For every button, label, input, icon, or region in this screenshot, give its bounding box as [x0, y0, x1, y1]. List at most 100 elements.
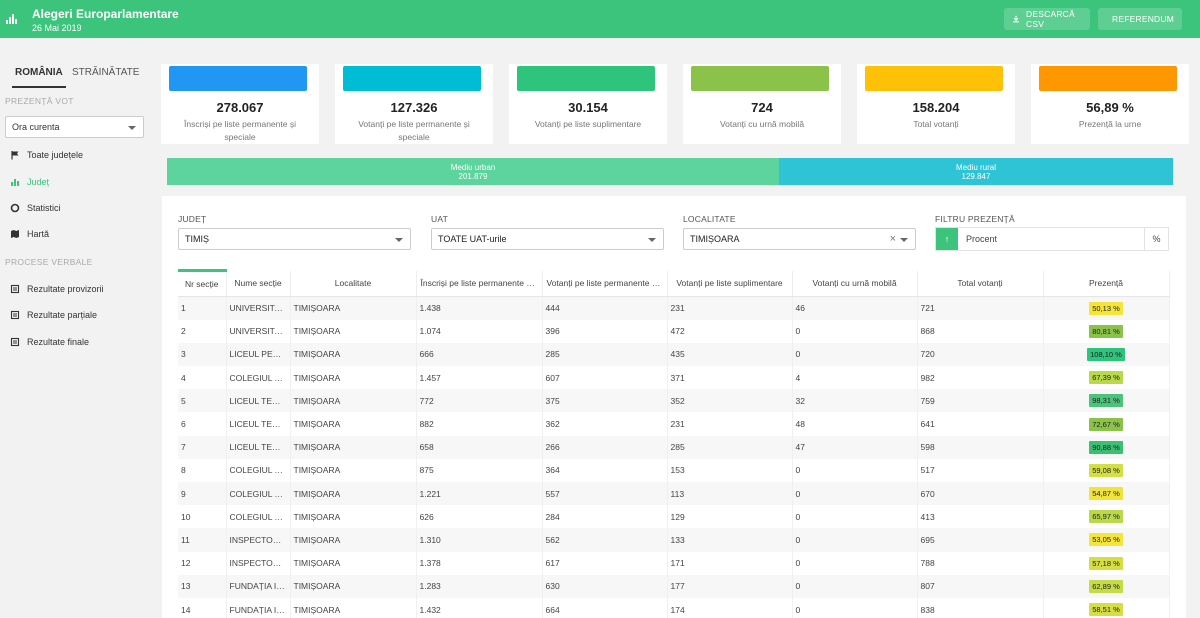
table-row[interactable]: 4COLEGIUL TEHNICTIMIȘOARA1.4576073714982… [178, 366, 1170, 390]
clear-icon[interactable]: × [890, 229, 896, 249]
nav-harta[interactable]: Hartă [10, 228, 49, 240]
document-icon [10, 284, 20, 294]
table-row[interactable]: 5LICEUL TEORETICTIMIȘOARA77237535232759 9… [178, 389, 1170, 413]
cell-prezenta: 57,18 % [1043, 551, 1170, 575]
download-csv-button[interactable]: DESCARCĂ CSV [1004, 8, 1090, 30]
table-row[interactable]: 14 FUNDAȚIA IOAN TIMIȘOARA 1.432 664 174 0 838 5… [178, 597, 1170, 618]
table-row[interactable]: 9COLEGIUL TEHNICTIMIȘOARA1.2215571130670… [178, 482, 1170, 506]
table-row[interactable]: 6LICEUL TEORETICTIMIȘOARA88236223148641 7… [178, 412, 1170, 436]
chart-logo-icon [6, 12, 18, 24]
cell-prezenta: 62,89 % [1043, 574, 1170, 598]
procese-section-label: PROCESE VERBALE [5, 257, 93, 267]
nav-toate-judetele[interactable]: Toate județele [10, 149, 83, 161]
cell-prezenta: 72,67 % [1043, 412, 1170, 436]
referendum-button[interactable]: REFERENDUM [1098, 8, 1182, 30]
nav-rezultate-partiale[interactable]: Rezultate parțiale [10, 309, 97, 321]
cell-localitate: TIMIȘOARA [290, 551, 417, 575]
card-label: Total votanți [913, 119, 959, 129]
cell-inscrisi: 658 [416, 435, 543, 459]
tab-strainatate[interactable]: STRĂINĂTATE [72, 66, 139, 88]
cell-nume: INSPECTORATUL [226, 551, 291, 575]
card-value: 56,89 % [1086, 100, 1134, 115]
table-row[interactable]: 10COLEGIUL TEHNICTIMIȘOARA6262841290413 6… [178, 505, 1170, 529]
stat-card-votanti-suplimentare: 30.154 Votanți pe liste suplimentare [509, 64, 667, 144]
cell-inscrisi: 1.438 [416, 296, 543, 320]
cell-inscrisi: 1.378 [416, 551, 543, 575]
nav-judet[interactable]: Județ [10, 176, 49, 188]
card-color-bar [1039, 66, 1177, 91]
table-row[interactable]: 3LICEUL PEDAGOGICTIMIȘOARA6662854350720 1… [178, 342, 1170, 367]
download-csv-label: DESCARCĂ CSV [1026, 9, 1075, 29]
arrow-up-icon[interactable]: ↑ [936, 228, 958, 250]
cell-permanente: 444 [542, 296, 668, 320]
col-votanti-suplimentare[interactable]: Votanți pe liste suplimentare [667, 270, 793, 297]
prezenta-badge: 98,31 % [1089, 394, 1123, 408]
cell-total: 868 [917, 319, 1044, 343]
cell-nume: COLEGIUL TEHNIC [226, 505, 291, 529]
cell-suplimentare: 371 [667, 366, 793, 390]
card-value: 30.154 [568, 100, 608, 115]
col-total-votanti[interactable]: Total votanți [917, 270, 1044, 297]
cell-nume: FUNDAȚIA IOAN [226, 597, 291, 618]
cell-suplimentare: 285 [667, 435, 793, 459]
cell-permanente: 617 [542, 551, 668, 575]
col-inscrisi[interactable]: Înscriși pe liste permanente și speciale [416, 270, 543, 297]
table-row[interactable]: 12INSPECTORATULTIMIȘOARA1.3786171710788 5… [178, 551, 1170, 575]
cell-inscrisi: 1.283 [416, 574, 543, 598]
judet-select-value: TIMIȘ [185, 234, 209, 244]
cell-suplimentare: 435 [667, 342, 793, 367]
cell-prezenta: 53,05 % [1043, 528, 1170, 552]
table-row[interactable]: 7LICEUL TEORETICTIMIȘOARA65826628547598 9… [178, 435, 1170, 459]
col-nr-sectie[interactable]: Nr secție [178, 269, 227, 297]
cell-nr: 1 [178, 296, 227, 320]
prezenta-badge: 57,18 % [1089, 556, 1123, 570]
cell-localitate: TIMIȘOARA [290, 389, 417, 413]
col-localitate[interactable]: Localitate [290, 270, 417, 297]
col-prezenta[interactable]: Prezență [1043, 270, 1170, 297]
localitate-select[interactable]: TIMIȘOARA × [683, 228, 916, 250]
cell-localitate: TIMIȘOARA [290, 597, 417, 618]
cell-permanente: 375 [542, 389, 668, 413]
col-votanti-permanente[interactable]: Votanți pe liste permanente și speciale [542, 270, 668, 297]
cell-total: 720 [917, 342, 1044, 367]
cell-inscrisi: 666 [416, 342, 543, 367]
cell-suplimentare: 171 [667, 551, 793, 575]
cell-permanente: 396 [542, 319, 668, 343]
cell-nr: 3 [178, 342, 227, 367]
cell-nr: 7 [178, 435, 227, 459]
localitate-select-value: TIMIȘOARA [690, 234, 740, 244]
uat-select[interactable]: TOATE UAT-urile [431, 228, 664, 250]
table-row[interactable]: 2UNIVERSITATEA DE VESTTIMIȘOARA1.0743964… [178, 319, 1170, 343]
judet-filter-label: JUDEȚ [178, 214, 207, 224]
col-urna-mobila[interactable]: Votanți cu urnă mobilă [792, 270, 918, 297]
prezenta-badge: 59,08 % [1089, 463, 1123, 477]
card-color-bar [865, 66, 1003, 91]
cell-prezenta: 90,88 % [1043, 435, 1170, 459]
download-icon [1013, 15, 1019, 23]
referendum-label: REFERENDUM [1112, 14, 1174, 24]
country-tabs: ROMÂNIA STRĂINĂTATE [0, 66, 150, 88]
prezenta-badge: 65,97 % [1089, 510, 1123, 524]
nav-statistici[interactable]: Statistici [10, 202, 61, 214]
cell-nume: LICEUL TEORETIC [226, 435, 291, 459]
cell-suplimentare: 177 [667, 574, 793, 598]
card-color-bar [343, 66, 481, 91]
cell-nume: FUNDAȚIA IOAN [226, 574, 291, 598]
cell-urna-mobila: 0 [792, 505, 918, 529]
cell-total: 759 [917, 389, 1044, 413]
tab-romania[interactable]: ROMÂNIA [12, 66, 66, 88]
judet-select[interactable]: TIMIȘ [178, 228, 411, 250]
prezenta-section-label: PREZENȚĂ VOT [5, 96, 74, 106]
nav-rezultate-finale[interactable]: Rezultate finale [10, 336, 89, 348]
cell-suplimentare: 153 [667, 458, 793, 482]
prezenta-filter-input[interactable]: Procent [966, 228, 997, 250]
table-row[interactable]: 8COLEGIUL TEHNICTIMIȘOARA8753641530517 59… [178, 458, 1170, 482]
col-nume-sectie[interactable]: Nume secție [226, 270, 291, 297]
time-select[interactable]: Ora curenta [5, 116, 144, 138]
cell-total: 695 [917, 528, 1044, 552]
table-row[interactable]: 13 FUNDAȚIA IOAN TIMIȘOARA 1.283 630 177 0 807 6… [178, 574, 1170, 598]
table-row[interactable]: 1UNIVERSITATEA DE VESTTIMIȘOARA1.4384442… [178, 296, 1170, 320]
cell-prezenta: 98,31 % [1043, 389, 1170, 413]
table-row[interactable]: 11INSPECTORATULTIMIȘOARA1.3105621330695 5… [178, 528, 1170, 552]
nav-rezultate-provizorii[interactable]: Rezultate provizorii [10, 283, 104, 295]
